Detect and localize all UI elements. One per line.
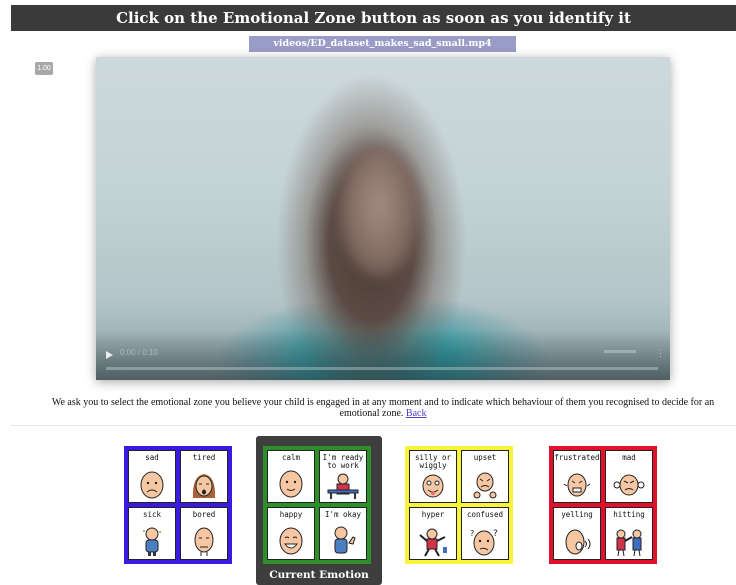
video-progress-bar[interactable] [106,367,658,370]
mad-face-icon [613,474,645,496]
instructions-text: We ask you to select the emotional zone … [51,397,715,419]
emotion-card-label: bored [192,510,216,519]
emotion-card-hitting: hitting [605,507,653,560]
current-emotion-label: Current Emotion [269,569,369,581]
emotion-card-label: frustrated [554,453,600,462]
emotion-card-frustrated: frustrated [553,450,601,503]
emotion-card-label: confused [466,510,504,519]
play-icon[interactable] [106,351,113,359]
sick-person-icon [143,527,161,556]
emotion-card-hyper: hyper [409,507,457,560]
emotion-card-im-okay: I'm okay [319,507,367,560]
emotion-card-sick: sick [128,507,176,560]
svg-text:?: ? [493,529,498,539]
emotion-card-upset: upset [461,450,509,503]
video-filename: videos/ED_dataset_makes_sad_small.mp4 [249,36,516,52]
emotion-card-bored: bored [180,507,228,560]
emotion-card-label: sad [145,453,159,462]
page-title: Click on the Emotional Zone button as so… [11,5,736,31]
svg-text:?: ? [470,529,474,538]
emotion-card-label: calm [281,453,301,462]
instructions: We ask you to select the emotional zone … [38,397,728,419]
volume-slider[interactable] [604,350,636,353]
calm-face-icon [279,470,303,498]
emotion-card-label: I'm ready to work [322,453,364,470]
emotion-card-label: hitting [613,510,645,519]
bored-face-icon [194,527,214,556]
emotion-card-label: mad [622,453,636,462]
emotion-card-label: happy [279,510,303,519]
emotion-card-mad: mad [605,450,653,503]
emotion-card-label: I'm okay [324,510,362,519]
back-link[interactable]: Back [406,408,427,419]
playback-speed-badge[interactable]: 1.00 [35,62,53,75]
frustrated-face-icon [563,473,591,497]
emotion-card-label: hyper [421,510,445,519]
divider [11,425,736,426]
zone-button-yellow[interactable]: silly or wiggly upset hyper confused ?? [405,446,513,564]
thumbs-up-person-icon [334,526,356,554]
emotion-card-label: silly or wiggly [414,453,452,470]
zone-button-red[interactable]: frustrated mad yelling hitting [549,446,657,564]
more-options-icon[interactable]: ⋮ [656,348,665,359]
video-player[interactable]: 0:00 / 0:10 ⋮ [96,57,670,380]
emotion-card-silly-or-wiggly: silly or wiggly [409,450,457,503]
ready-to-work-icon [327,473,359,499]
tired-face-icon [192,474,216,498]
emotion-card-tired: tired [180,450,228,503]
emotion-card-confused: confused ?? [461,507,509,560]
yelling-face-icon [565,529,591,555]
emotion-card-happy: happy [267,507,315,560]
emotion-card-ready-to-work: I'm ready to work [319,450,367,503]
upset-face-icon [473,472,497,499]
video-time: 0:00 / 0:10 [120,348,158,357]
silly-face-icon [422,474,444,498]
emotion-card-sad: sad [128,450,176,503]
hyper-person-icon [419,528,447,557]
emotion-card-yelling: yelling [553,507,601,560]
emotion-card-label: yelling [561,510,593,519]
sad-face-icon [140,471,164,499]
emotion-card-label: tired [192,453,216,462]
emotion-card-label: sick [142,510,162,519]
zone-button-blue[interactable]: sad tired sick bored [124,446,232,564]
emotion-card-calm: calm [267,450,315,503]
happy-face-icon [279,527,303,555]
video-frame [339,147,419,277]
emotion-card-label: upset [473,453,497,462]
hitting-people-icon [616,529,642,557]
zone-button-green[interactable]: calm I'm ready to work happy I'm okay [263,446,371,564]
confused-face-icon: ?? [470,529,498,556]
video-controls [96,330,670,380]
